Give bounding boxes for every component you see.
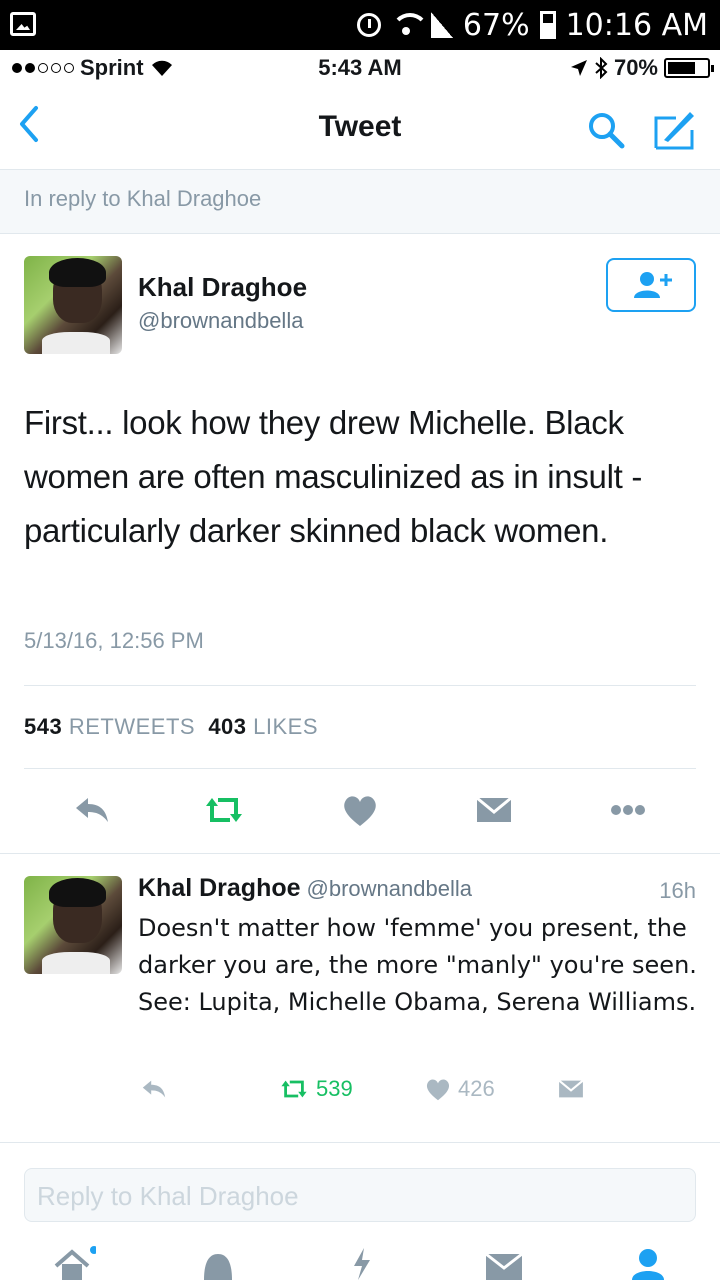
wifi-icon (390, 13, 429, 37)
moments-icon[interactable] (340, 1244, 384, 1280)
reply-retweet-count: 539 (316, 1076, 353, 1101)
in-reply-to-banner[interactable]: In reply to Khal Draghoe (0, 170, 720, 234)
like-count[interactable]: 403 (208, 714, 246, 739)
add-user-icon (634, 272, 672, 298)
compose-icon[interactable] (652, 108, 696, 152)
ios-status-bar: Sprint 5:43 AM 70% (0, 50, 720, 86)
reply-icon (142, 1080, 166, 1098)
signal-icon (430, 12, 453, 38)
reply-input[interactable]: Reply to Khal Draghoe (24, 1168, 696, 1222)
reply-header: Khal Draghoe @brownandbella (138, 874, 472, 903)
reply-author-name[interactable]: Khal Draghoe (138, 874, 301, 902)
reply-icon[interactable] (72, 790, 112, 830)
notifications-icon[interactable] (196, 1244, 240, 1280)
search-icon[interactable] (586, 110, 626, 150)
retweet-icon (281, 1080, 307, 1098)
author-handle[interactable]: @brownandbella (138, 308, 303, 334)
android-clock: 10:16 AM (565, 7, 708, 43)
like-icon (426, 1079, 450, 1101)
reply-like-count: 426 (458, 1076, 495, 1101)
tab-bar (0, 1236, 720, 1280)
retweet-icon[interactable] (204, 790, 244, 830)
battery-icon (539, 11, 556, 39)
tweet-text: First... look how they drew Michelle. Bl… (24, 404, 643, 549)
reply-reply-button[interactable] (140, 1074, 168, 1104)
divider (0, 1142, 720, 1143)
alarm-icon (356, 13, 381, 37)
divider (24, 768, 696, 769)
android-battery-percent: 67% (462, 7, 530, 43)
reply-time: 16h (659, 878, 696, 903)
nav-bar: Tweet (0, 86, 720, 170)
battery-icon (664, 58, 714, 78)
android-status-right: 67% 10:16 AM (356, 6, 708, 44)
divider (24, 685, 696, 686)
messages-icon[interactable] (482, 1244, 526, 1280)
more-icon[interactable] (608, 790, 648, 830)
direct-message-icon[interactable] (474, 790, 514, 830)
follow-button[interactable] (606, 258, 696, 312)
divider (0, 853, 720, 854)
avatar[interactable] (24, 256, 122, 354)
bluetooth-icon (595, 57, 608, 79)
author-name[interactable]: Khal Draghoe (138, 272, 307, 303)
reply-like-button[interactable]: 426 (424, 1074, 495, 1104)
likes-label[interactable]: LIKES (253, 714, 318, 739)
engagement-counts: 543 RETWEETS 403 LIKES (24, 714, 318, 740)
image-notification-icon (10, 12, 36, 36)
reply-dm-button[interactable] (556, 1074, 586, 1104)
reply-author-handle[interactable]: @brownandbella (307, 876, 472, 901)
avatar[interactable] (24, 876, 122, 974)
android-status-bar: 67% 10:16 AM (0, 0, 720, 50)
retweet-count[interactable]: 543 (24, 714, 62, 739)
me-icon[interactable] (626, 1244, 670, 1280)
reply-text: Doesn't matter how 'femme' you present, … (138, 914, 697, 1016)
reply-retweet-button[interactable]: 539 (278, 1074, 353, 1104)
direct-message-icon (558, 1079, 584, 1098)
tweet-timestamp: 5/13/16, 12:56 PM (24, 628, 204, 653)
retweets-label[interactable]: RETWEETS (69, 714, 195, 739)
like-icon[interactable] (340, 790, 380, 830)
location-arrow-icon (570, 60, 587, 76)
home-icon[interactable] (52, 1244, 96, 1280)
ios-battery-percent: 70% (613, 55, 658, 80)
